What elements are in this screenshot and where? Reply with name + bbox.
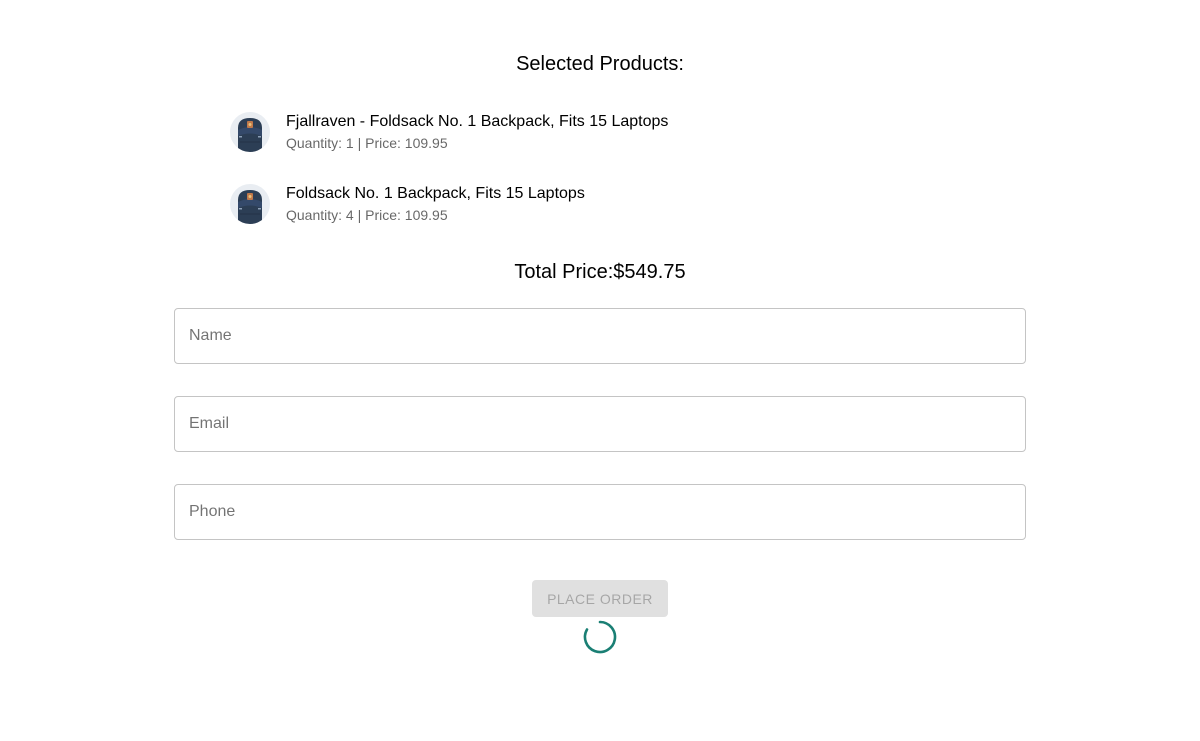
name-field-container	[174, 308, 1026, 364]
phone-field[interactable]	[175, 485, 1025, 539]
checkout-page: Selected Products: Fjallraven - Foldsack…	[0, 0, 1200, 741]
backpack-icon	[230, 184, 270, 224]
list-item: Foldsack No. 1 Backpack, Fits 15 Laptops…	[230, 176, 970, 232]
place-order-button[interactable]: PLACE ORDER	[532, 580, 668, 617]
email-field[interactable]	[175, 397, 1025, 451]
product-quantity-price: Quantity: 4 | Price: 109.95	[286, 207, 448, 223]
total-price: Total Price:$549.75	[514, 261, 686, 283]
product-name: Fjallraven - Foldsack No. 1 Backpack, Fi…	[286, 113, 669, 130]
phone-field-container	[174, 484, 1026, 540]
product-name: Foldsack No. 1 Backpack, Fits 15 Laptops	[286, 185, 585, 202]
name-field[interactable]	[175, 309, 1025, 363]
product-quantity-price: Quantity: 1 | Price: 109.95	[286, 135, 448, 151]
selected-products-heading: Selected Products:	[516, 53, 684, 75]
email-field-container	[174, 396, 1026, 452]
product-avatar	[230, 112, 270, 152]
list-item: Fjallraven - Foldsack No. 1 Backpack, Fi…	[230, 104, 970, 160]
loading-spinner-icon	[583, 620, 617, 654]
backpack-icon	[230, 112, 270, 152]
product-list: Fjallraven - Foldsack No. 1 Backpack, Fi…	[230, 104, 970, 248]
product-avatar	[230, 184, 270, 224]
